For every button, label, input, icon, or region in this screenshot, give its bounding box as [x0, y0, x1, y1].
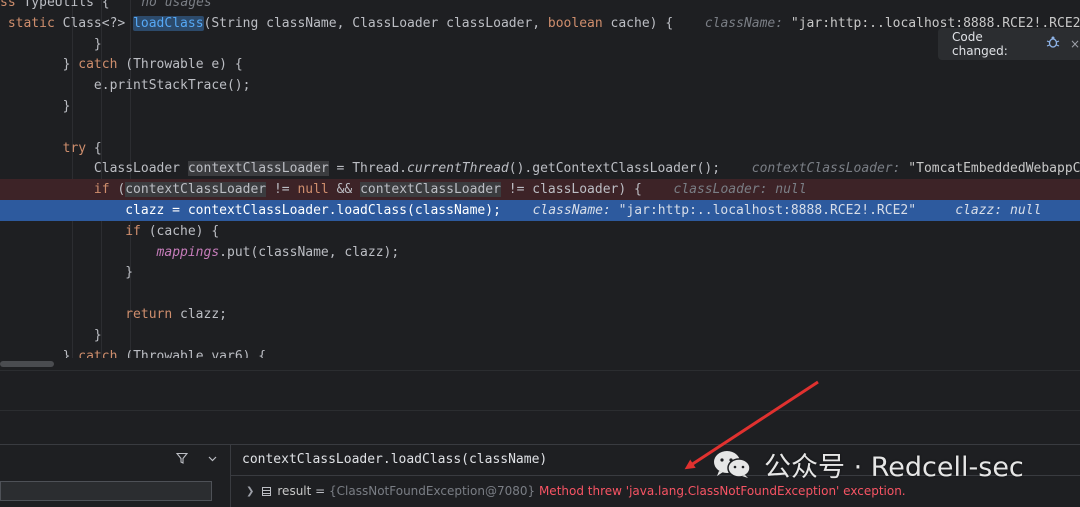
red-arrow-annotation: [684, 380, 819, 470]
